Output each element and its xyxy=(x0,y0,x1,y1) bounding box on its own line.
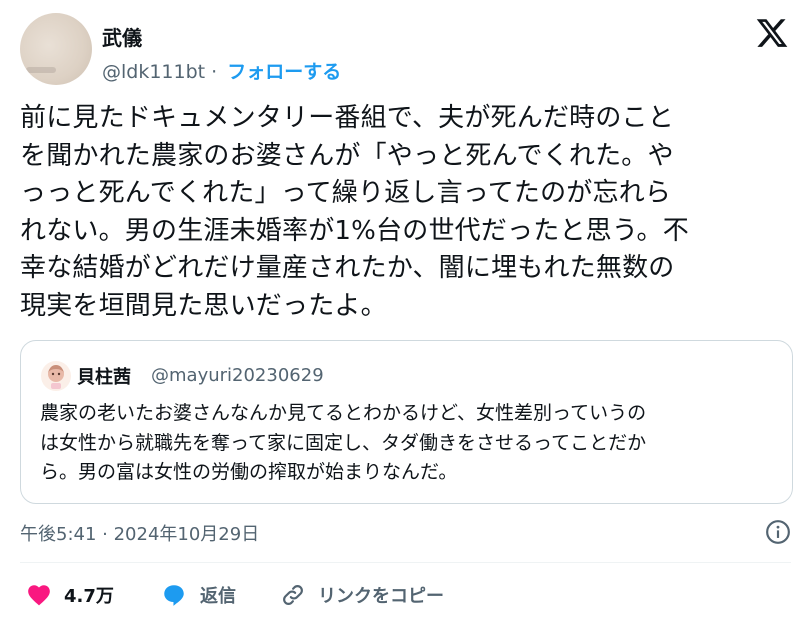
like-button[interactable]: 4.7万 xyxy=(26,580,114,610)
reply-label: 返信 xyxy=(200,586,236,607)
author-handle[interactable]: @ldk111bt xyxy=(102,61,205,83)
quoted-author-avatar[interactable] xyxy=(41,361,71,391)
tweet-line: を聞かれた農家のお婆さんが「やっと死んでくれた。や xyxy=(20,140,674,171)
divider xyxy=(20,562,791,563)
quoted-author-handle[interactable]: @mayuri20230629 xyxy=(151,365,324,386)
tweet-timestamp[interactable]: 午後5:41 · 2024年10月29日 xyxy=(20,520,259,546)
author-handle-row: @ldk111bt · フォローする xyxy=(102,57,341,84)
x-logo-icon[interactable] xyxy=(755,16,789,50)
link-icon xyxy=(283,585,303,605)
quoted-line: ら。男の富は女性の労働の搾取が始まりなんだ。 xyxy=(40,461,458,483)
author-avatar[interactable] xyxy=(20,13,92,85)
quoted-line: は女性から就職先を奪って家に固定し、タダ働きをさせるってことだか xyxy=(40,431,647,454)
heart-icon xyxy=(28,585,50,606)
reply-bubble-icon xyxy=(164,585,184,606)
follow-button[interactable]: フォローする xyxy=(227,61,341,83)
tweet-line: 前に見たドキュメンタリー番組で、夫が死んだ時のこと xyxy=(20,103,674,133)
tweet-line: れない。男の生涯未婚率が1%台の世代だったと思う。不 xyxy=(20,215,689,246)
quoted-line: 農家の老いたお婆さんなんか見てるとわかるけど、女性差別っていうの xyxy=(40,402,647,424)
copy-link-label: リンクをコピー xyxy=(318,586,444,607)
tweet-text: 前に見たドキュメンタリー番組で、夫が死んだ時のこと を聞かれた農家のお婆さんが「… xyxy=(20,100,795,325)
like-count: 4.7万 xyxy=(64,586,114,607)
tweet-line: 現実を垣間見た思いだったよ。 xyxy=(20,290,387,321)
quoted-tweet-card[interactable]: 貝柱茜 @mayuri20230629 農家の老いたお婆さんなんか見てるとわかる… xyxy=(20,340,793,504)
quoted-author-name[interactable]: 貝柱茜 xyxy=(77,363,131,389)
author-name[interactable]: 武儀 xyxy=(102,22,142,51)
copy-link-button[interactable]: リンクをコピー xyxy=(280,580,444,610)
tweet-line: っっと死んでくれた」って繰り返し言ってたのが忘れら xyxy=(20,178,672,208)
info-icon[interactable] xyxy=(765,519,791,545)
tweet-line: 幸な結婚がどれだけ量産されたか、闇に埋もれた無数の xyxy=(20,253,675,283)
reply-button[interactable]: 返信 xyxy=(160,580,236,610)
handle-separator: · xyxy=(211,61,218,83)
quoted-tweet-text: 農家の老いたお婆さんなんか見てるとわかるけど、女性差別っていうの は女性から就職… xyxy=(40,399,780,488)
